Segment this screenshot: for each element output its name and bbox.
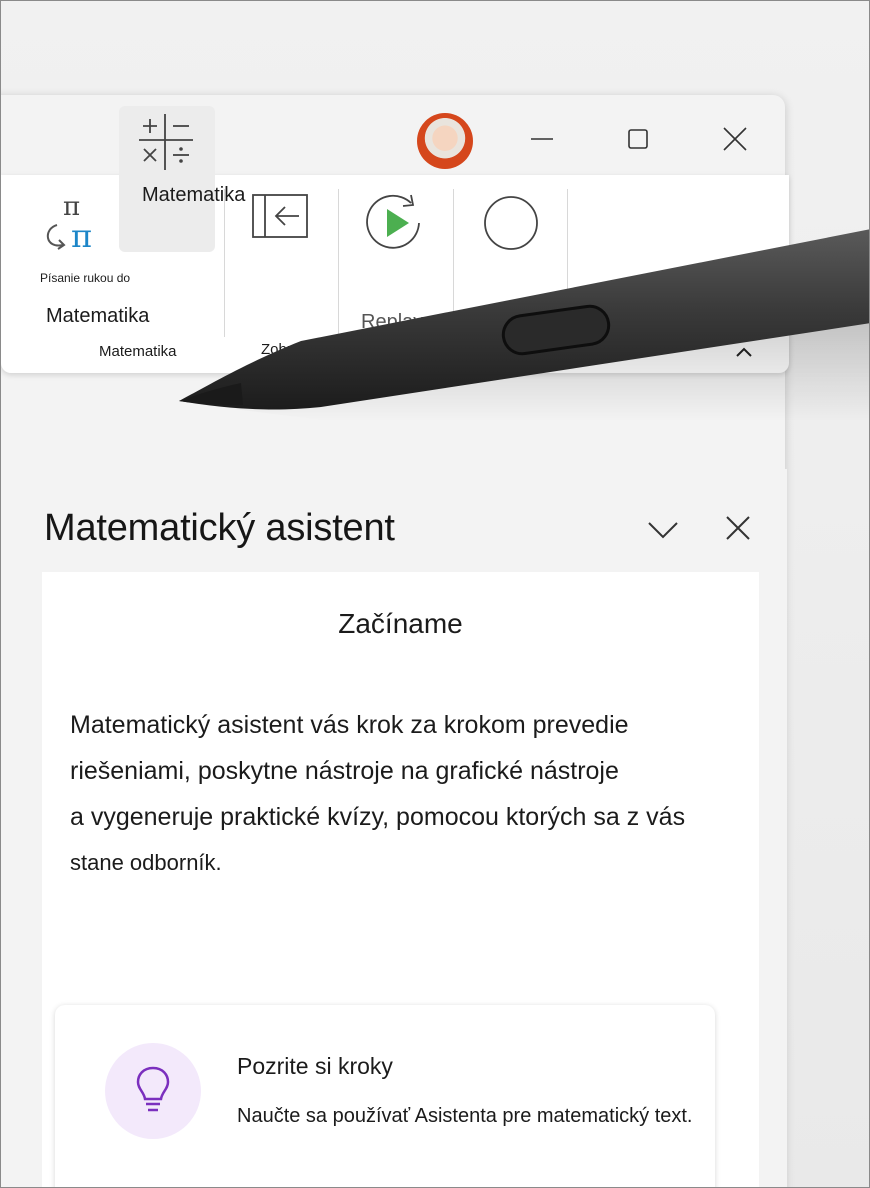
ribbon-separator xyxy=(338,189,339,337)
replay-label: Replay xyxy=(361,311,424,333)
tip-title: Pozrite si kroky xyxy=(237,1053,393,1079)
intro-text: Matematický asistent vás krok za krokom … xyxy=(70,702,830,886)
see-steps-card[interactable]: Pozrite si kroky Naučte sa používať Asis… xyxy=(55,1005,715,1187)
pane-title: Matematický asistent xyxy=(44,507,395,549)
ink-to-math-label-line2: Matematika xyxy=(46,305,150,327)
card-heading: Začíname xyxy=(338,608,463,639)
avatar[interactable] xyxy=(417,113,473,169)
ribbon-separator xyxy=(453,189,454,337)
intro-line: stane odborník. xyxy=(70,850,222,875)
collapse-ribbon-icon[interactable] xyxy=(735,345,753,359)
chevron-down-icon xyxy=(648,522,678,539)
group-label-replay: Znova prehrať xyxy=(368,341,463,358)
replay-button[interactable]: Replay xyxy=(351,185,451,335)
minimize-icon xyxy=(531,138,553,140)
lightbulb-badge xyxy=(105,1043,201,1139)
close-icon xyxy=(723,127,747,151)
replay-icon xyxy=(366,194,420,249)
math-icon xyxy=(139,114,193,170)
ink-to-math-label-line1: Písanie rukou do xyxy=(40,271,131,285)
intro-line: riešeniami, poskytne nástroje na grafick… xyxy=(70,757,619,785)
intro-line: Matematický asistent vás krok za krokom … xyxy=(70,711,629,739)
ink-to-math-icon: π π xyxy=(47,192,92,253)
help-button[interactable] xyxy=(471,185,561,335)
tip-text: Naučte sa používať Asistenta pre matemat… xyxy=(237,1105,693,1127)
pane-options-button[interactable] xyxy=(645,511,681,547)
maximize-button[interactable] xyxy=(617,115,657,163)
group-label-math: Matematika xyxy=(99,343,177,360)
ink-to-math-button[interactable]: π π Písanie rukou do Matematika xyxy=(31,185,149,335)
group-label-view: Zobrazenie xyxy=(261,341,337,358)
close-icon xyxy=(726,516,750,540)
minimize-button[interactable] xyxy=(521,115,561,163)
math-label: Matematika xyxy=(142,184,246,206)
intro-line: a vygeneruje praktické kvízy, pomocou kt… xyxy=(70,803,686,831)
svg-text:π: π xyxy=(71,217,92,253)
help-icon xyxy=(484,196,538,250)
ribbon-separator xyxy=(224,189,225,337)
ribbon-separator xyxy=(567,189,568,337)
maximize-icon xyxy=(628,129,648,149)
ribbon: π π Písanie rukou do Matematika Matemati… xyxy=(1,106,789,373)
pane-close-button[interactable] xyxy=(721,511,757,547)
lightbulb-icon xyxy=(136,1066,170,1112)
group-label-help: Pomocník xyxy=(492,343,559,360)
immersive-reader-icon xyxy=(252,194,308,238)
math-button[interactable]: Matematika xyxy=(119,106,245,252)
close-window-button[interactable] xyxy=(715,115,755,163)
screenshot-frame: π π Písanie rukou do Matematika Matemati… xyxy=(0,0,870,1188)
immersive-reader-button[interactable] xyxy=(241,185,331,335)
